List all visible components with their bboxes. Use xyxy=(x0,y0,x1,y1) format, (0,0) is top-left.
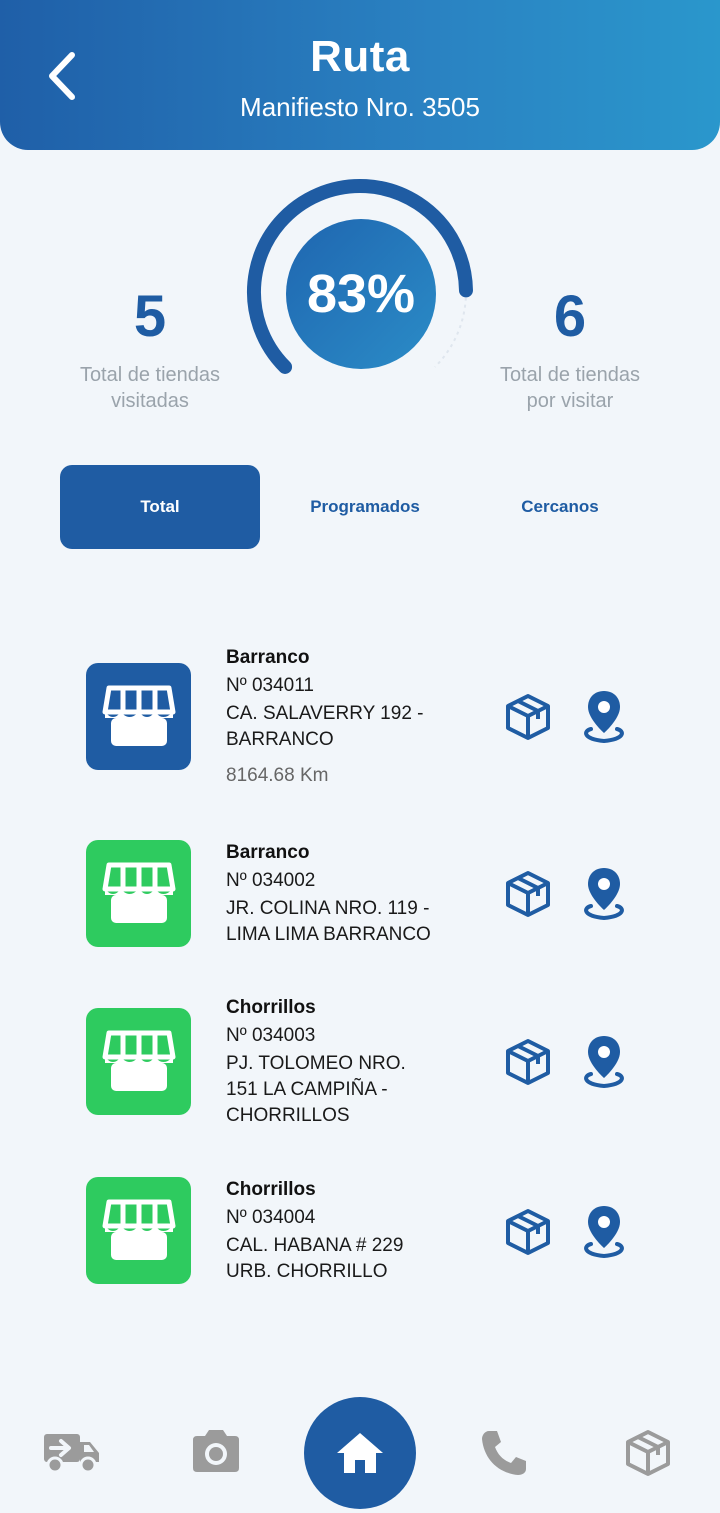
store-info: Chorrillos Nº 034004 CAL. HABANA # 229 U… xyxy=(226,1177,486,1285)
pending-stat: 6 Total de tiendas por visitar xyxy=(470,288,670,414)
map-pin-icon xyxy=(584,1206,624,1259)
tab-total[interactable]: Total xyxy=(60,465,260,549)
store-address: CA. SALAVERRY 192 - BARRANCO xyxy=(226,703,424,750)
nav-packages-button[interactable] xyxy=(620,1425,676,1481)
map-pin-icon xyxy=(584,868,624,921)
pending-label: Total de tiendas por visitar xyxy=(499,364,641,412)
package-button[interactable] xyxy=(502,1034,554,1090)
tab-cercanos[interactable]: Cercanos xyxy=(460,465,660,549)
package-button[interactable] xyxy=(502,866,554,922)
map-pin-icon xyxy=(584,1036,624,1089)
package-icon xyxy=(506,1039,550,1085)
visited-label: Total de tiendas visitadas xyxy=(79,364,221,412)
store-icon xyxy=(86,1177,191,1284)
progress-percent: 83% xyxy=(286,219,436,369)
store-distance: 8164.68 Km xyxy=(226,765,329,786)
package-icon xyxy=(626,1430,670,1476)
manifest-subtitle: Manifiesto Nro. 3505 xyxy=(240,92,480,122)
package-button[interactable] xyxy=(502,689,554,745)
store-icon xyxy=(86,840,191,947)
store-name: Barranco xyxy=(226,647,310,668)
pending-count: 6 xyxy=(553,284,587,349)
nav-deliveries-button[interactable] xyxy=(40,1425,104,1477)
store-number: Nº 034011 xyxy=(226,675,314,696)
store-address: JR. COLINA NRO. 119 - LIMA LIMA BARRANCO xyxy=(226,898,431,945)
store-address: PJ. TOLOMEO NRO. 151 LA CAMPIÑA - CHORRI… xyxy=(226,1053,406,1126)
truck-icon xyxy=(44,1434,99,1474)
camera-icon xyxy=(193,1430,239,1472)
package-icon xyxy=(506,694,550,740)
tab-programados[interactable]: Programados xyxy=(265,465,465,549)
store-info: Barranco Nº 034002 JR. COLINA NRO. 119 -… xyxy=(226,840,486,948)
package-icon xyxy=(506,1209,550,1255)
store-number: Nº 034003 xyxy=(226,1025,316,1046)
store-name: Chorrillos xyxy=(226,997,316,1018)
store-number: Nº 034002 xyxy=(226,870,316,891)
store-icon xyxy=(86,663,191,770)
store-name: Barranco xyxy=(226,842,310,863)
nav-home-button[interactable] xyxy=(304,1397,416,1509)
store-info: Barranco Nº 034011 CA. SALAVERRY 192 - B… xyxy=(226,645,486,789)
filter-tabs: Total Programados Cercanos xyxy=(60,465,660,549)
location-button[interactable] xyxy=(578,1204,630,1260)
store-name: Chorrillos xyxy=(226,1179,316,1200)
page-title: Ruta xyxy=(310,32,410,81)
nav-phone-button[interactable] xyxy=(474,1425,534,1481)
package-button[interactable] xyxy=(502,1204,554,1260)
map-pin-icon xyxy=(584,691,624,744)
nav-camera-button[interactable] xyxy=(186,1425,246,1477)
store-icon xyxy=(86,1008,191,1115)
location-button[interactable] xyxy=(578,866,630,922)
package-icon xyxy=(506,871,550,917)
store-info: Chorrillos Nº 034003 PJ. TOLOMEO NRO. 15… xyxy=(226,995,486,1129)
visited-count: 5 xyxy=(133,284,167,349)
store-address: CAL. HABANA # 229 URB. CHORRILLO xyxy=(226,1235,404,1282)
location-button[interactable] xyxy=(578,1034,630,1090)
home-icon xyxy=(337,1433,383,1473)
location-button[interactable] xyxy=(578,689,630,745)
phone-icon xyxy=(482,1431,526,1475)
app-header: Ruta Manifiesto Nro. 3505 xyxy=(0,0,720,150)
store-number: Nº 034004 xyxy=(226,1207,316,1228)
visited-stat: 5 Total de tiendas visitadas xyxy=(50,288,250,414)
